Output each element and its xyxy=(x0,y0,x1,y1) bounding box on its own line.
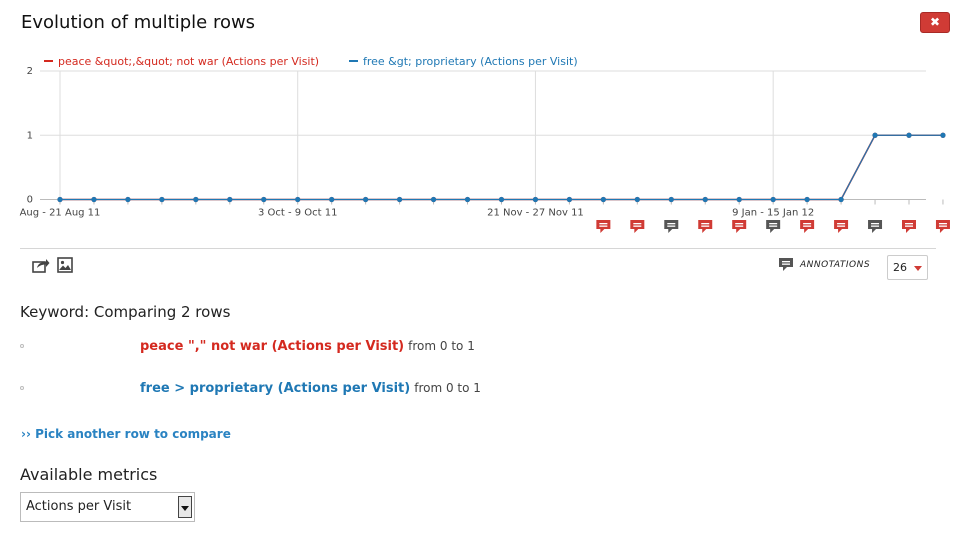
row-bullet-icon xyxy=(20,386,24,390)
compared-row-label: peace "," not war (Actions per Visit) xyxy=(140,339,405,354)
data-point xyxy=(329,196,335,203)
data-point xyxy=(57,196,63,203)
evolution-chart: 2 1 0 Aug - 21 Aug 11 3 Oct - 9 Oct 11 21 No… xyxy=(20,66,950,233)
annotation-icon xyxy=(779,258,793,271)
x-axis-ticks: Aug - 21 Aug 11 3 Oct - 9 Oct 11 21 Nov - … xyxy=(20,208,815,219)
annotation-bubble-line xyxy=(803,223,812,225)
annotation-bubble-line xyxy=(633,225,642,227)
data-point xyxy=(702,196,708,203)
chart-grid xyxy=(40,70,944,205)
annotation-bubble-line xyxy=(905,225,913,227)
data-point xyxy=(125,196,131,203)
annotation-bubble-line xyxy=(735,225,744,227)
series-line xyxy=(60,134,943,201)
chart-series xyxy=(57,132,946,203)
metrics-select-value: Actions per Visit xyxy=(26,499,132,514)
annotation-marker-icon[interactable] xyxy=(834,220,849,233)
data-point xyxy=(668,196,674,203)
data-point xyxy=(295,196,301,203)
annotation-bubble-line xyxy=(769,223,778,225)
data-point xyxy=(91,196,97,203)
metrics-heading: Available metrics xyxy=(20,465,158,484)
chart-divider xyxy=(20,248,936,249)
annotation-bubble-line xyxy=(871,223,880,225)
dropdown-arrow-icon xyxy=(914,266,922,271)
data-point xyxy=(261,196,267,203)
annotation-marker-icon[interactable] xyxy=(630,220,645,233)
period-count-select[interactable]: 26 xyxy=(887,255,928,280)
y-tick-label: 0 xyxy=(27,195,33,206)
annotation-marker-icon[interactable] xyxy=(664,220,679,233)
annotation-bubble-line xyxy=(803,225,812,227)
annotation-bubble-line xyxy=(769,225,778,227)
compared-row-range: from 0 to 1 xyxy=(408,339,475,353)
compared-row-label: free > proprietary (Actions per Visit) xyxy=(140,381,411,396)
data-point xyxy=(464,196,471,203)
annotation-bubble-line xyxy=(667,223,676,225)
data-point xyxy=(566,196,573,203)
annotation-marker-icon[interactable] xyxy=(732,220,747,233)
annotation-marker-icon[interactable] xyxy=(800,220,815,233)
data-point xyxy=(872,132,878,138)
x-tick-label: 21 Nov - 27 Nov 11 xyxy=(487,208,584,219)
data-point xyxy=(430,196,437,203)
data-point xyxy=(363,196,369,203)
data-point xyxy=(804,196,810,203)
select-arrow-icon xyxy=(178,496,192,518)
data-point xyxy=(838,196,844,203)
annotation-bubble-line xyxy=(871,225,880,227)
series-line xyxy=(60,134,943,201)
data-point xyxy=(736,196,742,203)
pick-another-row-link[interactable]: ›› Pick another row to compare xyxy=(21,427,231,441)
annotation-bubble-line xyxy=(599,223,608,225)
y-tick-label: 2 xyxy=(27,66,33,77)
data-point xyxy=(498,196,505,203)
annotation-marker-icon[interactable] xyxy=(596,220,611,233)
annotation-bubble-line xyxy=(633,223,642,225)
annotations-label: ANNOTATIONS xyxy=(800,260,871,270)
annotation-bubble-line xyxy=(735,223,744,225)
annotation-marker-icon[interactable] xyxy=(902,220,916,233)
data-point xyxy=(193,196,199,203)
annotation-bubble-line xyxy=(938,223,947,225)
y-axis-ticks: 2 1 0 xyxy=(27,66,33,206)
data-point xyxy=(770,196,776,203)
data-point xyxy=(906,132,912,138)
annotation-bubble-line xyxy=(837,223,846,225)
compared-row-range: from 0 to 1 xyxy=(414,381,481,395)
annotation-bubble-line xyxy=(701,223,710,225)
annotation-bubble-line xyxy=(701,225,710,227)
x-tick-label: Aug - 21 Aug 11 xyxy=(20,208,101,219)
data-point xyxy=(634,196,640,203)
annotation-markers xyxy=(596,220,950,233)
dialog-title: Evolution of multiple rows xyxy=(21,12,256,33)
compare-heading: Keyword: Comparing 2 rows xyxy=(20,303,231,321)
annotation-marker-icon[interactable] xyxy=(935,220,950,233)
annotations-toggle[interactable]: ANNOTATIONS xyxy=(778,257,870,272)
row-bullet-icon xyxy=(20,344,24,348)
annotation-bubble-line xyxy=(905,223,913,225)
y-tick-label: 1 xyxy=(27,130,33,141)
share-icon[interactable] xyxy=(32,257,50,273)
annotation-marker-icon[interactable] xyxy=(766,220,781,233)
export-image-icon[interactable] xyxy=(57,257,73,273)
close-button[interactable]: ✖ xyxy=(920,12,950,33)
metrics-select[interactable]: Actions per Visit xyxy=(20,492,195,522)
data-point xyxy=(159,196,165,203)
annotation-bubble-line xyxy=(667,225,676,227)
annotation-bubble-line xyxy=(599,225,608,227)
data-point xyxy=(532,196,539,203)
data-point xyxy=(397,196,403,203)
data-point xyxy=(600,196,606,203)
annotation-bubble-line xyxy=(837,225,846,227)
annotation-marker-icon[interactable] xyxy=(698,220,713,233)
x-tick-label: 3 Oct - 9 Oct 11 xyxy=(258,208,338,219)
period-count-value: 26 xyxy=(893,261,907,274)
data-point xyxy=(940,132,946,138)
x-tick-label: 9 Jan - 15 Jan 12 xyxy=(732,208,814,219)
annotation-bubble-line xyxy=(938,225,947,227)
annotation-marker-icon[interactable] xyxy=(868,220,883,233)
data-point xyxy=(227,196,233,203)
